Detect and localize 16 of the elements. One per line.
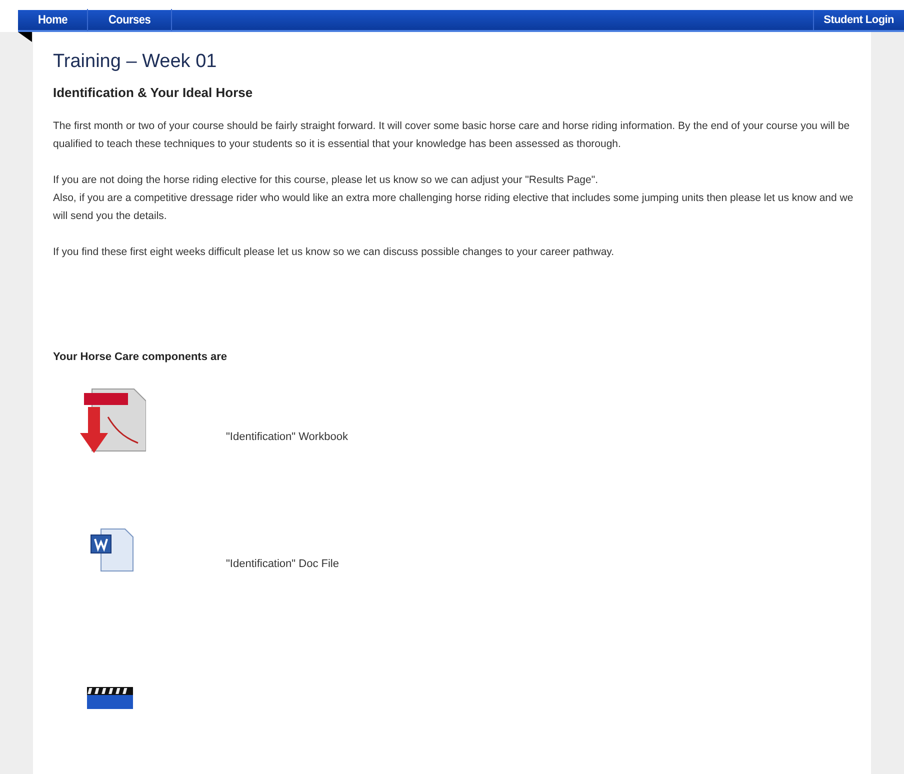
components-heading: Your Horse Care components are bbox=[53, 350, 228, 364]
doc-file-link[interactable]: "Identification" Doc File bbox=[226, 556, 339, 572]
page-title: Training – Week 01 bbox=[53, 50, 218, 74]
body-paragraph: If you are not doing the horse riding elective for this course, please let us know so we can adjust your "Results Page". bbox=[53, 172, 600, 188]
nav-link[interactable]: Courses bbox=[88, 9, 172, 31]
corner-marker bbox=[18, 32, 32, 42]
login-link[interactable]: Student Login bbox=[812, 10, 904, 30]
body-paragraph: If you find these first eight weeks difficult please let us know so we can discuss possible changes to your career pathway. bbox=[53, 244, 616, 260]
body-paragraph: The first month or two of your course should be fairly straight forward. It will cover some basic horse care and horse riding information. By the end of your course you will be qualified to teach these techniques to your students so it is essential that your knowledge has been assessed as thorough. bbox=[53, 118, 851, 152]
clapperboard-icon[interactable] bbox=[85, 685, 135, 709]
body-paragraph: Also, if you are a competitive dressage rider who would like an extra more challenging horse riding elective that includes some jumping units then please let us know and we will send you the details. bbox=[53, 190, 854, 224]
pdf-download-icon[interactable] bbox=[78, 387, 146, 455]
section-subtitle: Identification & Your Ideal Horse bbox=[53, 84, 254, 102]
document-icon[interactable] bbox=[89, 527, 135, 573]
workbook-link[interactable]: "Identification" Workbook bbox=[226, 428, 348, 445]
nav-link[interactable]: Home bbox=[18, 9, 88, 31]
